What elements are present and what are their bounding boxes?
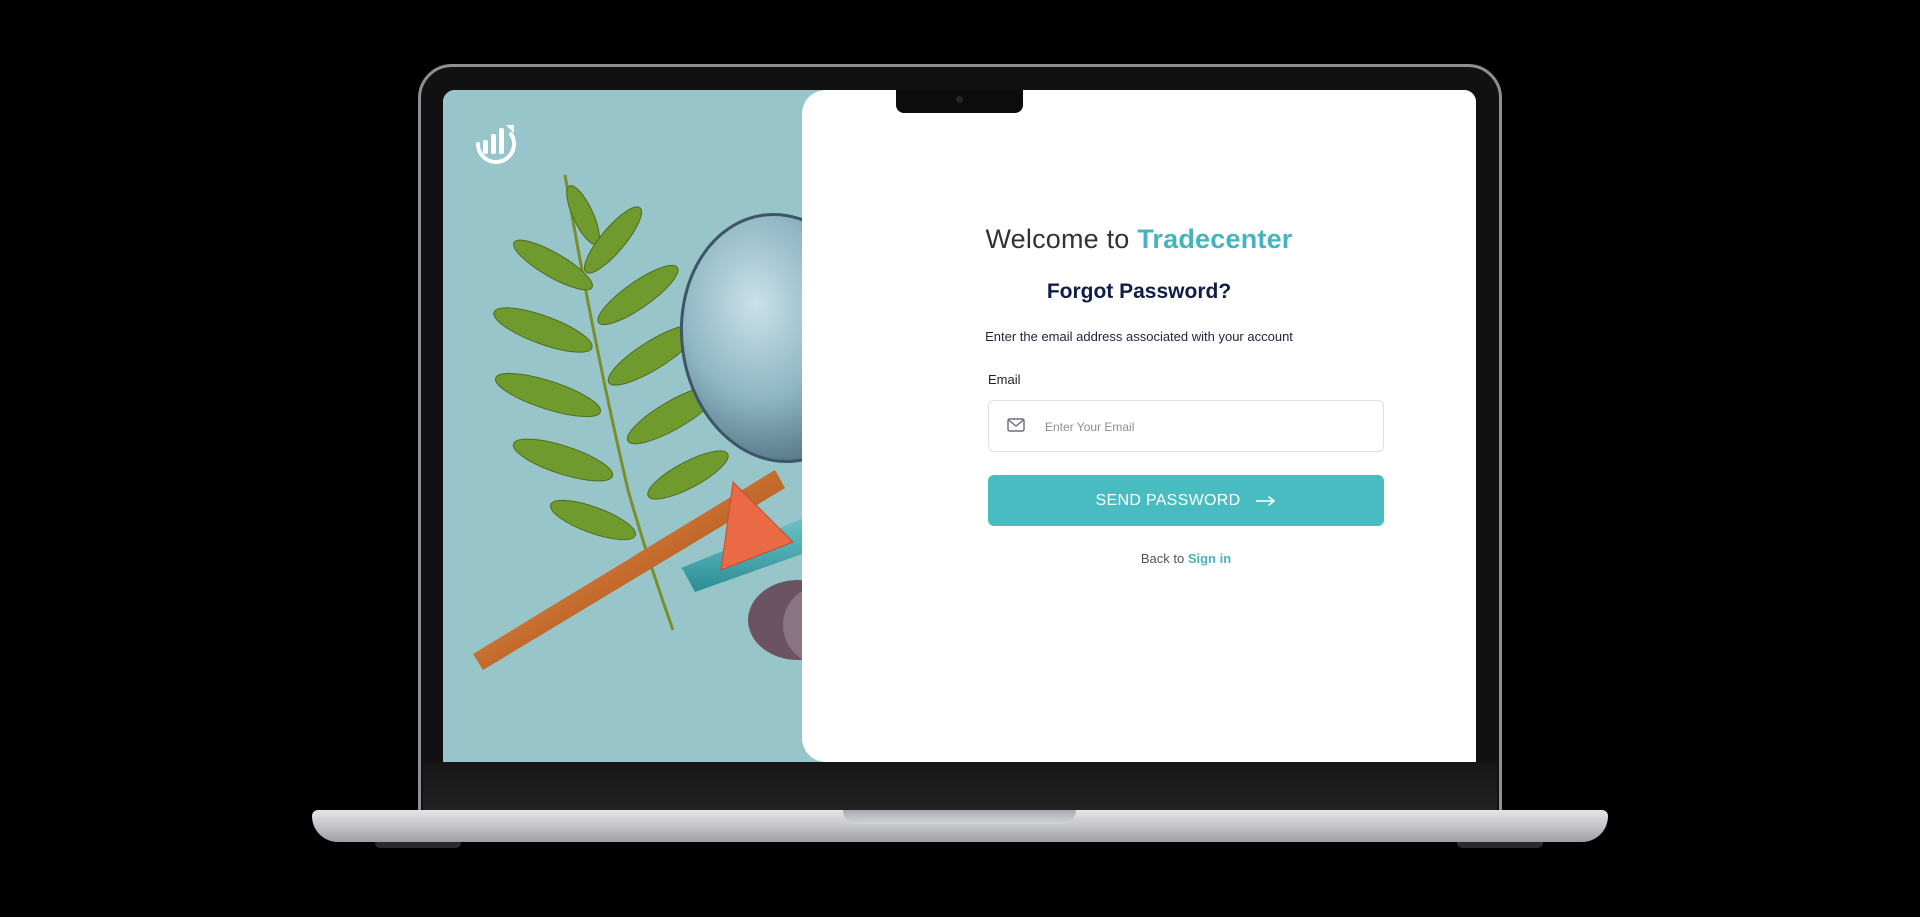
send-password-button[interactable]: SEND PASSWORD xyxy=(988,475,1384,526)
mail-icon xyxy=(1007,418,1025,432)
laptop-base-groove xyxy=(843,810,1076,824)
page-title: Forgot Password? xyxy=(1046,280,1232,303)
camera-icon xyxy=(956,96,963,103)
instructions-text: Enter the email address associated with … xyxy=(985,329,1293,344)
arrow-right-icon xyxy=(1256,495,1276,506)
send-password-label: SEND PASSWORD xyxy=(1095,491,1241,509)
camera-notch xyxy=(896,90,1023,113)
email-label: Email xyxy=(988,372,1021,387)
email-input[interactable] xyxy=(1043,401,1367,453)
email-field[interactable] xyxy=(988,400,1384,453)
laptop-base xyxy=(312,810,1608,842)
forgot-password-panel: Welcome to Tradecenter Forgot Password? … xyxy=(802,90,1476,762)
welcome-heading: Welcome to Tradecenter xyxy=(802,224,1476,255)
laptop-foot-right xyxy=(1457,842,1543,848)
laptop-foot-left xyxy=(375,842,461,848)
brand-name: Tradecenter xyxy=(1137,224,1293,254)
back-prefix: Back to xyxy=(1140,551,1185,566)
sign-in-link[interactable]: Sign in xyxy=(1188,551,1231,566)
laptop-screen: Welcome to Tradecenter Forgot Password? … xyxy=(443,90,1476,762)
welcome-prefix: Welcome to xyxy=(985,224,1130,254)
back-to-signin: Back to Sign in xyxy=(988,551,1384,566)
laptop-bottom-bezel xyxy=(423,762,1497,812)
